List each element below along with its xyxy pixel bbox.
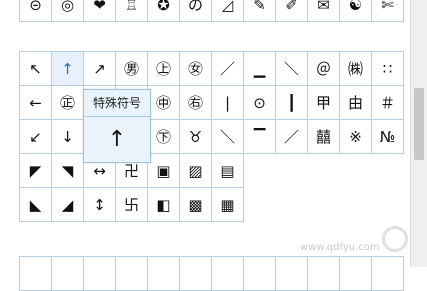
symbol-grid: ↖ ↑ ↗ ㊚ ㊤ ㊛ ／ ▁ ＼ ＠ ㈱ ∷ ← ㊣ ㊥ ㊨ | ⊙ ┃ 甲 … xyxy=(19,51,404,222)
symbol-cell[interactable] xyxy=(179,256,212,291)
symbol-cell[interactable]: ❤ xyxy=(83,0,116,22)
symbol-cell[interactable] xyxy=(371,256,404,291)
scrollbar-thumb[interactable] xyxy=(414,88,424,160)
symbol-cell[interactable] xyxy=(307,256,340,291)
empty-cell xyxy=(372,154,404,188)
empty-cell xyxy=(340,188,372,222)
symbol-cell[interactable]: 由 xyxy=(339,85,372,120)
symbol-cell[interactable] xyxy=(339,256,372,291)
symbol-cell[interactable]: 囍 xyxy=(307,119,340,154)
symbol-cell[interactable]: ◿ xyxy=(211,0,244,22)
symbol-cell[interactable] xyxy=(51,256,84,291)
symbol-row-bottom xyxy=(19,256,404,291)
symbol-cell[interactable]: ◥ xyxy=(51,153,84,188)
watermark-text: www.qdfyu.com xyxy=(300,242,380,253)
empty-cell xyxy=(244,154,276,188)
symbol-cell[interactable]: ㊥ xyxy=(147,85,180,120)
symbol-cell[interactable]: ☯ xyxy=(339,0,372,22)
symbol-cell[interactable]: ㊨ xyxy=(179,85,212,120)
symbol-cell[interactable]: ㊚ xyxy=(115,51,148,86)
symbol-cell[interactable]: | xyxy=(211,85,244,120)
symbol-cell[interactable]: № xyxy=(371,119,404,154)
symbol-cell[interactable]: ◣ xyxy=(19,187,52,222)
symbol-cell[interactable]: ㈱ xyxy=(339,51,372,86)
symbol-cell[interactable]: ㊦ xyxy=(147,119,180,154)
symbol-cell[interactable]: ▦ xyxy=(211,187,244,222)
symbol-cell[interactable]: ▤ xyxy=(211,153,244,188)
symbol-cell[interactable]: ㊤ xyxy=(147,51,180,86)
symbol-cell[interactable]: ＼ xyxy=(275,51,308,86)
symbol-cell[interactable] xyxy=(147,256,180,291)
empty-cell xyxy=(276,188,308,222)
symbol-cell[interactable] xyxy=(275,256,308,291)
symbol-cell[interactable]: ／ xyxy=(275,119,308,154)
watermark-logo-icon xyxy=(382,226,408,252)
symbol-cell[interactable]: ／ xyxy=(211,51,244,86)
symbol-preview-tooltip: 特殊符号 ↑ xyxy=(83,89,151,163)
symbol-cell[interactable] xyxy=(211,256,244,291)
symbol-cell-selected[interactable]: ↑ xyxy=(51,51,84,86)
symbol-row-top: ⊝ ◎ ❤ ♖ ✪ の ◿ ✎ ✐ ✉ ☯ ✄ xyxy=(19,0,404,22)
symbol-cell[interactable]: 卐 xyxy=(115,187,148,222)
symbol-cell[interactable]: ◎ xyxy=(51,0,84,22)
symbol-cell[interactable]: ▨ xyxy=(179,153,212,188)
symbol-cell[interactable]: ♉ xyxy=(179,119,212,154)
symbol-cell[interactable]: ✄ xyxy=(371,0,404,22)
symbol-cell[interactable]: ↗ xyxy=(83,51,116,86)
symbol-cell[interactable]: の xyxy=(179,0,212,22)
symbol-cell[interactable]: ⊝ xyxy=(19,0,52,22)
empty-cell xyxy=(308,154,340,188)
symbol-cell[interactable]: ▁ xyxy=(243,51,276,86)
symbol-cell[interactable]: ↖ xyxy=(19,51,52,86)
symbol-cell[interactable]: ◢ xyxy=(51,187,84,222)
symbol-cell[interactable]: ↓ xyxy=(51,119,84,154)
symbol-cell[interactable]: ▩ xyxy=(179,187,212,222)
symbol-cell[interactable]: 甲 xyxy=(307,85,340,120)
symbol-cell[interactable]: ◤ xyxy=(19,153,52,188)
symbol-cell[interactable]: ♖ xyxy=(115,0,148,22)
symbol-cell[interactable]: ∷ xyxy=(371,51,404,86)
tooltip-title: 特殊符号 xyxy=(84,90,150,117)
symbol-cell[interactable]: ▔ xyxy=(243,119,276,154)
symbol-cell[interactable] xyxy=(83,256,116,291)
vertical-scrollbar[interactable] xyxy=(410,0,427,267)
symbol-cell[interactable] xyxy=(19,256,52,291)
symbol-cell[interactable]: ＠ xyxy=(307,51,340,86)
empty-cell xyxy=(244,188,276,222)
symbol-cell[interactable]: ✐ xyxy=(275,0,308,22)
symbol-cell[interactable]: ✎ xyxy=(243,0,276,22)
symbol-cell[interactable]: ⊙ xyxy=(243,85,276,120)
symbol-cell[interactable]: ◧ xyxy=(147,187,180,222)
empty-cell xyxy=(276,154,308,188)
empty-cell xyxy=(340,154,372,188)
symbol-cell[interactable]: ㊛ xyxy=(179,51,212,86)
tooltip-glyph: ↑ xyxy=(107,127,127,152)
symbol-cell[interactable]: ＼ xyxy=(211,119,244,154)
symbol-cell[interactable]: ✪ xyxy=(147,0,180,22)
symbol-cell[interactable]: ▣ xyxy=(147,153,180,188)
symbol-cell[interactable]: ＃ xyxy=(371,85,404,120)
symbol-cell[interactable]: ↙ xyxy=(19,119,52,154)
empty-cell xyxy=(372,188,404,222)
symbol-cell[interactable]: ㊣ xyxy=(51,85,84,120)
symbol-cell[interactable]: ← xyxy=(19,85,52,120)
symbol-cell[interactable] xyxy=(243,256,276,291)
empty-cell xyxy=(308,188,340,222)
symbol-cell[interactable]: ✉ xyxy=(307,0,340,22)
symbol-cell[interactable]: ↕ xyxy=(83,187,116,222)
symbol-cell[interactable]: ┃ xyxy=(275,85,308,120)
symbol-cell[interactable]: ※ xyxy=(339,119,372,154)
symbol-cell[interactable] xyxy=(115,256,148,291)
